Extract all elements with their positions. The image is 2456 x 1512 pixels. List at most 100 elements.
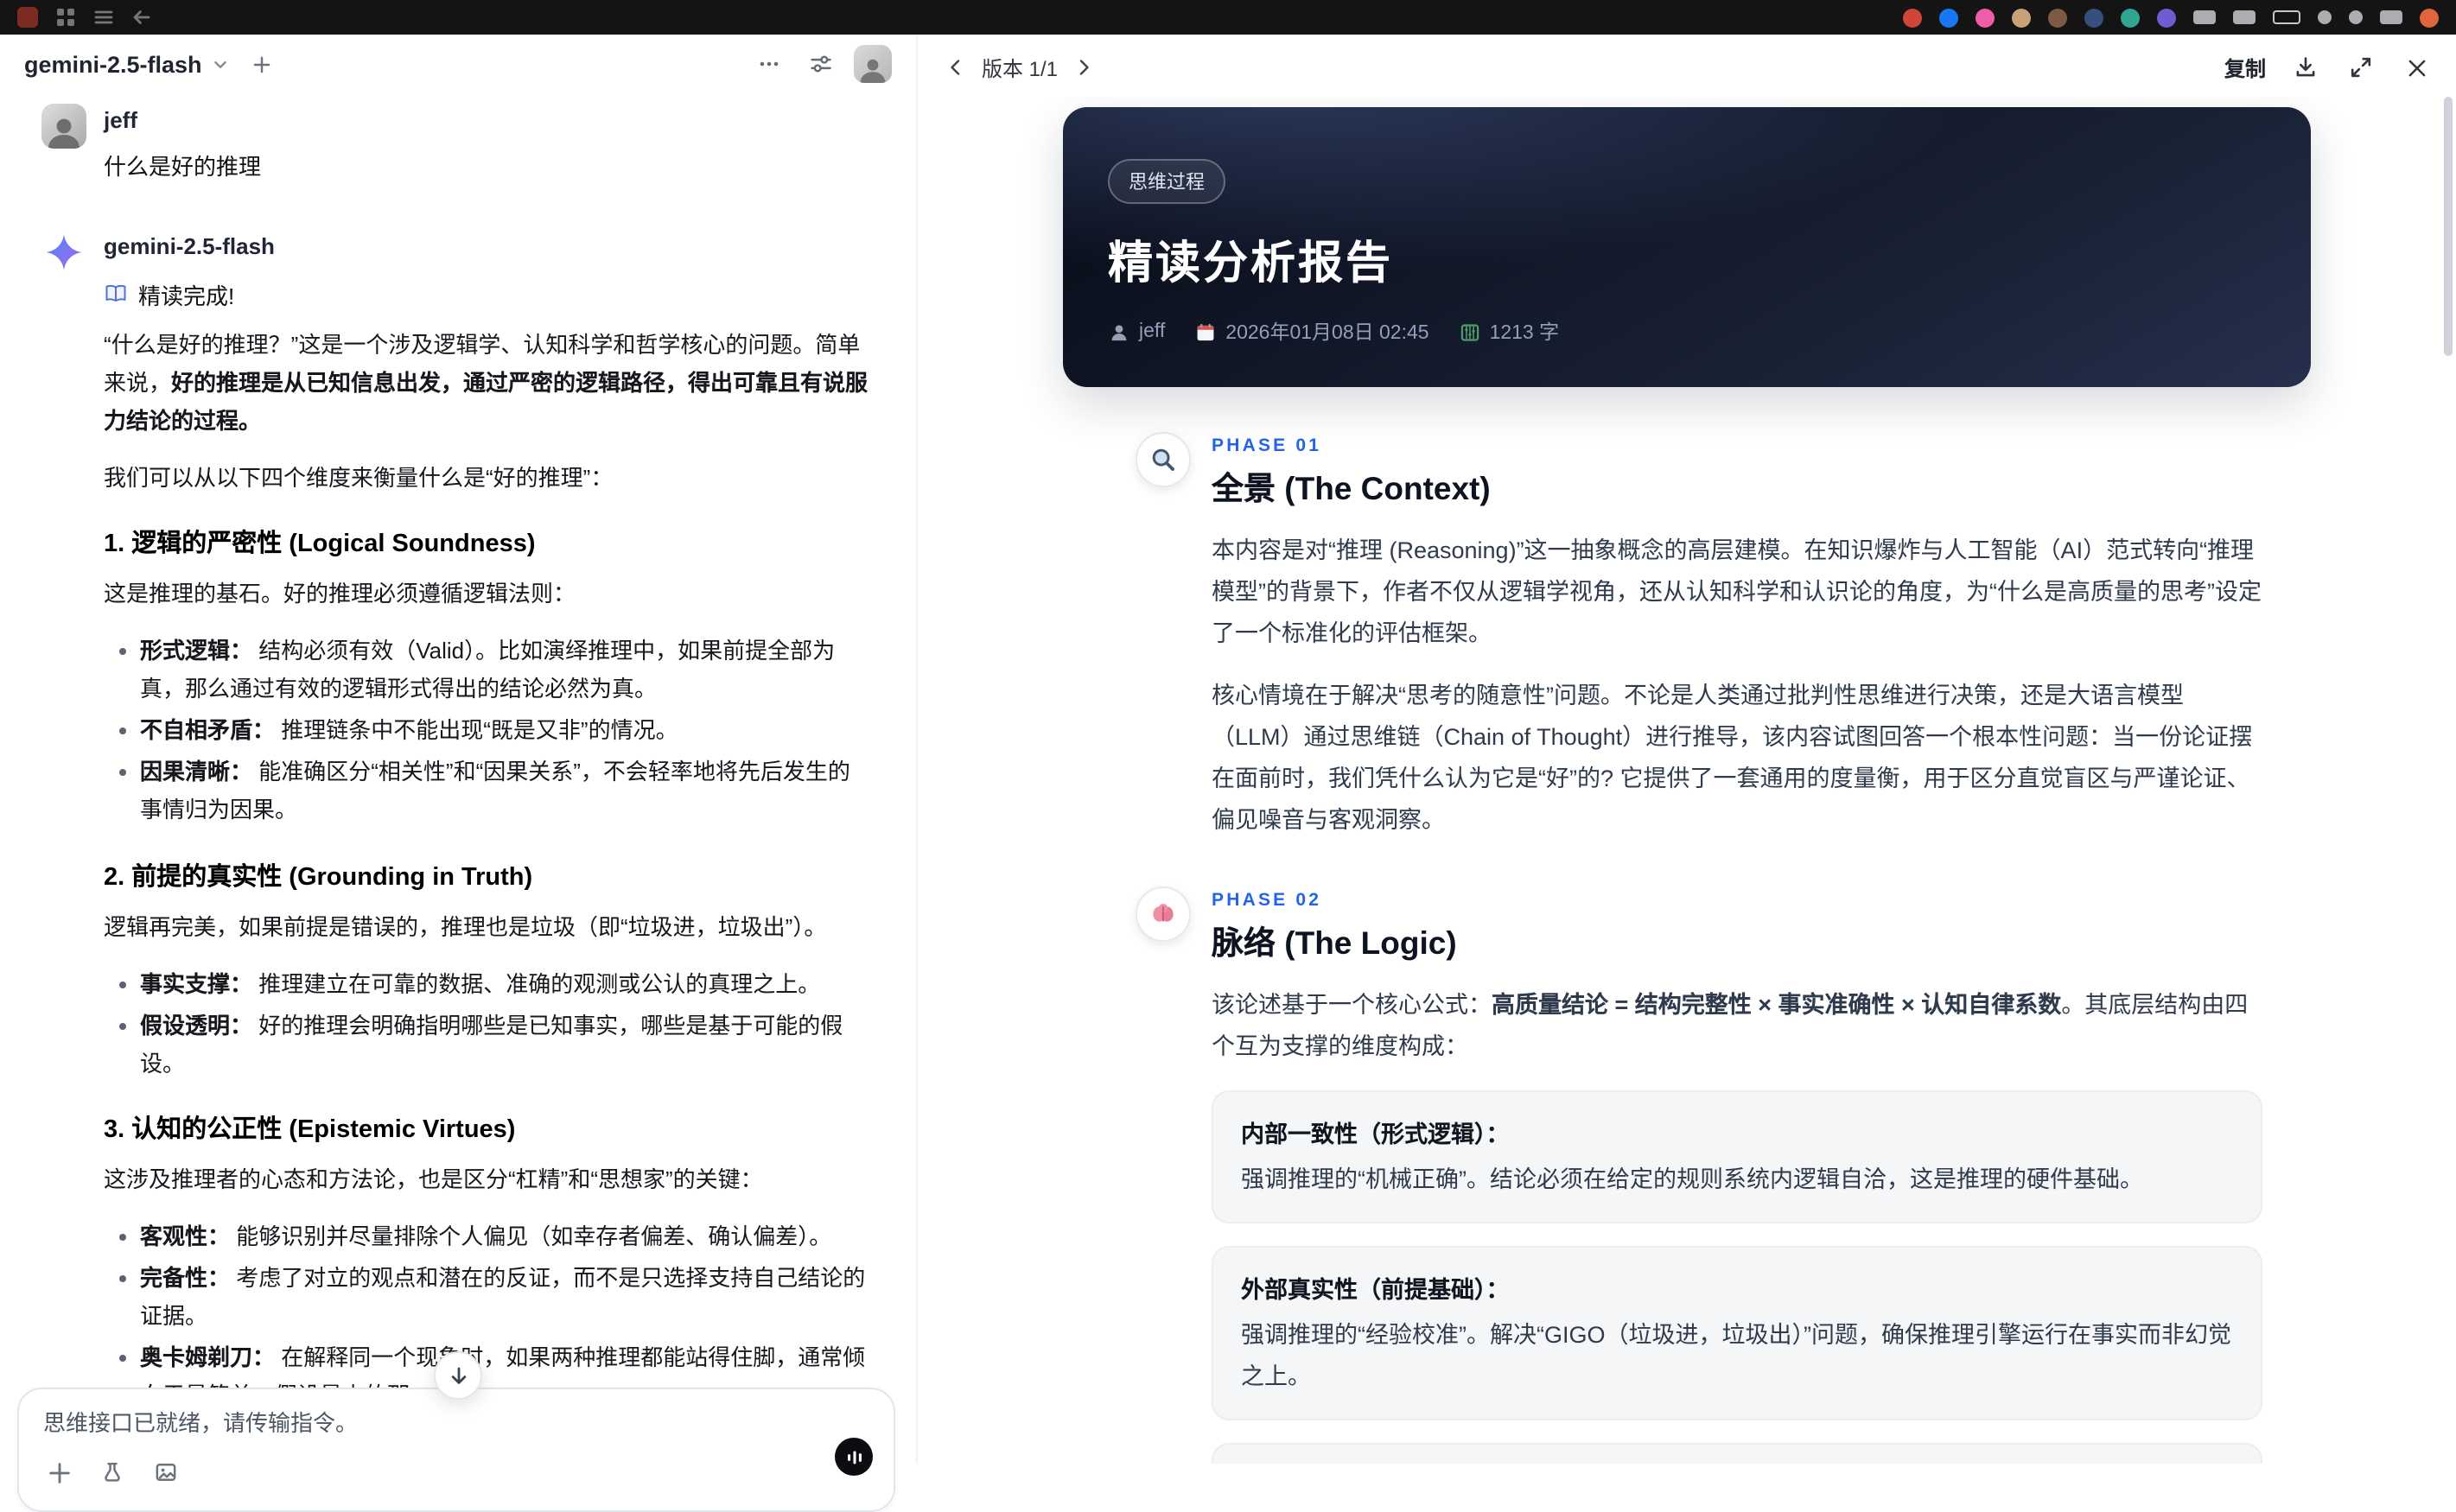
more-button[interactable]	[750, 45, 788, 83]
settings-button[interactable]	[802, 45, 840, 83]
gemini-sparkle-icon	[46, 233, 82, 270]
menu-icon[interactable]	[93, 7, 114, 28]
status-line: 精读完成!	[104, 277, 871, 310]
phase-title: 脉络 (The Logic)	[1212, 924, 1457, 962]
phase-label: PHASE 01	[1212, 435, 1322, 456]
bullet-list: 客观性： 能够识别并尽量排除个人偏见（如幸存者偏差、确认偏差）。 完备性： 考虑了…	[104, 1218, 871, 1416]
version-next-button[interactable]	[1070, 54, 1098, 81]
chevron-left-icon	[951, 60, 960, 75]
bold-text: 高质量结论 = 结构完整性 × 事实准确性 × 认知自律系数	[1492, 992, 2062, 1019]
new-session-button[interactable]	[244, 45, 282, 83]
control-center-icon[interactable]	[2380, 10, 2402, 24]
bullet-item: 事实支撑： 推理建立在可靠的数据、准确的观测或公认的真理之上。	[118, 965, 871, 1003]
version-label: 版本 1/1	[982, 56, 1059, 80]
voice-input-button[interactable]	[835, 1438, 873, 1476]
version-prev-button[interactable]	[942, 54, 970, 81]
meta-date-text: 2026年01月08日 02:45	[1225, 323, 1429, 344]
meta-word-count-text: 1213 字	[1489, 323, 1560, 344]
menubar-app-purple-icon[interactable]	[2157, 8, 2176, 27]
calendar-icon	[1197, 322, 1214, 340]
text: 我们可以从以下四个维度来衡量什么是“好的推理”：	[104, 464, 614, 491]
attach-button[interactable]	[43, 1457, 74, 1488]
person-avatar-icon	[48, 118, 80, 149]
menubar-left	[17, 7, 152, 28]
assistant-message: gemini-2.5-flash 精读完成! “什么是好的推理？”这是一个涉及逻…	[41, 229, 871, 1464]
message-input[interactable]	[43, 1410, 783, 1436]
bullet-item: 因果清晰： 能准确区分“相关性”和“因果关系”，不会轻率地将先后发生的事情归为因…	[118, 754, 871, 830]
text: 推理链条中不能出现“既是又非”的情况。	[275, 717, 678, 744]
text: 能够识别并尽量排除个人偏见（如幸存者偏差、确认偏差）。	[230, 1223, 832, 1249]
phase-title: 全景 (The Context)	[1212, 470, 1491, 506]
menubar-app-red-icon[interactable]	[1903, 8, 1922, 27]
phase-paragraph: 本内容是对“推理 (Reasoning)”这一抽象概念的高层建模。在知识爆炸与人…	[1212, 530, 2262, 655]
menubar-app-brown-icon[interactable]	[2048, 8, 2067, 27]
search-status-icon[interactable]	[2349, 10, 2363, 24]
text: 这是推理的基石。好的推理必须遵循逻辑法则：	[104, 580, 576, 607]
markdown-paragraph: 这是推理的基石。好的推理必须遵循逻辑法则：	[104, 575, 871, 613]
artifact-section: PHASE 01 全景 (The Context) 本内容是对“推理 (Reason…	[1136, 432, 2311, 842]
bold-text: 假设透明：	[140, 1012, 253, 1039]
bullet-item: 客观性： 能够识别并尽量排除个人偏见（如幸存者偏差、确认偏差）。	[118, 1218, 871, 1256]
menubar-app-orange-icon[interactable]	[2420, 8, 2439, 27]
report-hero-card: 思维过程 精读分析报告 jeff 2026年01月08日 02:45 1213 …	[1063, 107, 2311, 387]
phase-paragraph: 该论述基于一个核心公式：高质量结论 = 结构完整性 × 事实准确性 × 认知自律…	[1212, 985, 2262, 1068]
chevron-down-icon	[213, 60, 226, 67]
phase-label: PHASE 02	[1212, 890, 1322, 912]
markdown-heading: 3. 认知的公正性 (Epistemic Virtues)	[104, 1109, 871, 1146]
composer-toolbar	[43, 1457, 869, 1488]
bold-text: 不自相矛盾：	[140, 717, 276, 744]
dimension-card: 主体伦理（认识美德）：转向推理者的心理特征。引入奥卡姆剃刀和反向论证，旨在克服人…	[1212, 1442, 2262, 1464]
dimension-card: 内部一致性（形式逻辑）： 强调推理的“机械正确”。结论必须在给定的规则系统内逻辑自…	[1212, 1090, 2262, 1224]
composer	[17, 1388, 895, 1512]
close-button[interactable]	[2401, 52, 2432, 83]
expand-icon	[2351, 57, 2371, 78]
menubar-app-icon[interactable]	[17, 7, 38, 28]
display-icon[interactable]	[2233, 10, 2256, 24]
model-name: gemini-2.5-flash	[24, 51, 202, 77]
book-icon	[105, 285, 126, 302]
plus-icon	[254, 55, 270, 73]
markdown-heading: 2. 前提的真实性 (Grounding in Truth)	[104, 856, 871, 893]
artifact-panel: 版本 1/1 复制 思维过程 精读分析报告 jeff 2026年01月08日 0…	[916, 35, 2456, 1464]
bullet-item: 不自相矛盾： 推理链条中不能出现“既是又非”的情况。	[118, 713, 871, 751]
report-meta: jeff 2026年01月08日 02:45 1213 字	[1108, 318, 2266, 346]
assistant-name: gemini-2.5-flash	[104, 232, 275, 259]
image-icon	[156, 1464, 176, 1481]
grid-icon[interactable]	[55, 7, 76, 28]
menubar-app-blue-icon[interactable]	[1939, 8, 1958, 27]
menubar-app-teal-icon[interactable]	[2121, 8, 2140, 27]
bold-text: 形式逻辑：	[140, 638, 253, 664]
search-icon	[1136, 432, 1191, 487]
user-message-text: 什么是好的推理	[104, 153, 262, 180]
artifact-section: PHASE 02 脉络 (The Logic) 该论述基于一个核心公式：高质量结论 …	[1136, 886, 2311, 1464]
chevron-right-icon	[1079, 60, 1089, 75]
menubar-app-tan-icon[interactable]	[2012, 8, 2031, 27]
copy-button[interactable]: 复制	[2224, 53, 2266, 82]
session-avatar[interactable]	[854, 45, 892, 83]
tools-button[interactable]	[97, 1457, 128, 1488]
bold-text: 客观性：	[140, 1223, 231, 1249]
download-button[interactable]	[2290, 52, 2321, 83]
download-icon	[2296, 57, 2315, 77]
battery-icon[interactable]	[2273, 10, 2300, 24]
menubar-app-navy-icon[interactable]	[2084, 8, 2103, 27]
flask-icon	[105, 1462, 120, 1482]
scrollbar-thumb[interactable]	[2444, 97, 2453, 356]
bullet-item: 假设透明： 好的推理会明确指明哪些是已知事实，哪些是基于可能的假设。	[118, 1007, 871, 1083]
brain-icon	[1136, 886, 1191, 943]
text: 考虑了对立的观点和潜在的反证，而不是只选择支持自己结论的证据。	[140, 1265, 866, 1330]
assistant-avatar	[41, 229, 86, 275]
card-title: 外部真实性（前提基础）：	[1241, 1277, 1510, 1304]
model-selector[interactable]: gemini-2.5-flash	[24, 51, 230, 77]
user-icon	[1111, 324, 1127, 340]
fullscreen-button[interactable]	[2345, 52, 2376, 83]
arrow-left-icon[interactable]	[131, 7, 152, 28]
image-button[interactable]	[150, 1457, 181, 1488]
menubar-app-pink-icon[interactable]	[1976, 8, 1995, 27]
text: 本内容是对“推理 (Reasoning)”这一抽象概念的高层建模。在知识爆炸与人…	[1212, 537, 2262, 647]
wifi-icon[interactable]	[2318, 10, 2332, 24]
bullet-list: 事实支撑： 推理建立在可靠的数据、准确的观测或公认的真理之上。假设透明： 好的推…	[104, 965, 871, 1083]
text: 3. 认知的公正性 (Epistemic Virtues)	[104, 1115, 516, 1144]
scroll-to-bottom-button[interactable]	[434, 1351, 482, 1400]
keyboard-icon[interactable]	[2193, 10, 2216, 24]
